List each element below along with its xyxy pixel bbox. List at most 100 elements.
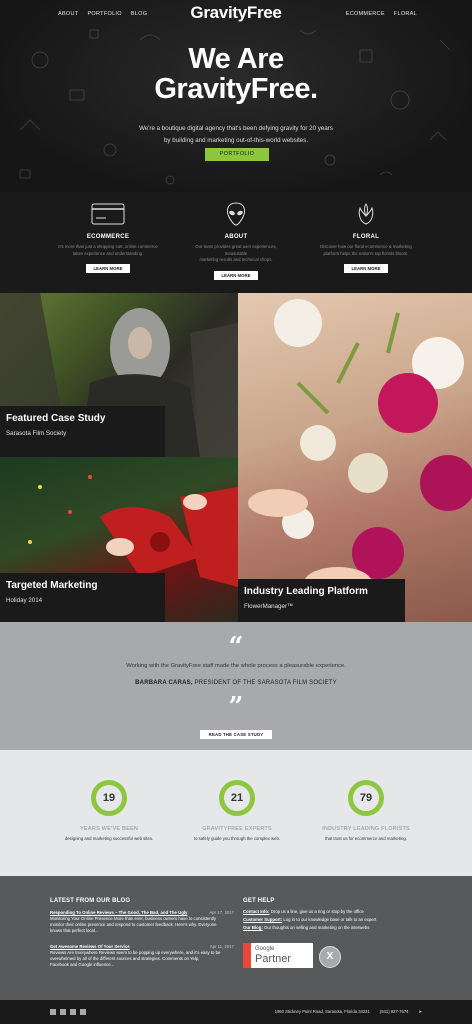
footer-address: 1960 Stickney Point Road, Sarasota, Flor… — [274, 1009, 370, 1014]
blog-post-date: Apr 17, 2017 — [209, 910, 234, 915]
blog-post: Get Awesome Reviews Of Your Service Apr … — [50, 944, 234, 968]
help-text: Log in to our knowledge base or talk to … — [282, 917, 377, 922]
hero-title: We Are GravityFree. — [0, 44, 472, 104]
help-link-blog[interactable]: Our Blog: — [243, 925, 263, 930]
author-name: BARBARA CARAS, — [135, 680, 193, 686]
testimonial-text: Working with the GravityFree staff made … — [126, 663, 346, 669]
twitter-icon[interactable] — [60, 1009, 66, 1015]
service-description: Our team provides great user experiences… — [186, 244, 286, 264]
open-quote-icon: “ — [228, 632, 244, 662]
partner-google-label: Google — [255, 946, 275, 952]
help-item-support: Customer Support: Log in to our knowledg… — [243, 916, 433, 924]
blog-post: Responding To Online Reviews – The Good,… — [50, 910, 234, 934]
service-desc-line: marketing results and technical chops. — [199, 257, 273, 262]
help-link-contact[interactable]: Contact Info: — [243, 909, 270, 914]
service-desc-line: Discover how our floral ecommerce & mark… — [320, 244, 412, 249]
tile-subtitle: Sarasota Film Society — [6, 430, 67, 437]
stats-section: 19 YEARS WE'VE BEEN designing and market… — [0, 750, 472, 876]
services-section: ECOMMERCE It's more than just a shopping… — [0, 192, 472, 293]
main-nav-right: ECOMMERCE FLORAL — [346, 11, 417, 17]
help-text: Our thoughts on selling and marketing on… — [262, 925, 370, 930]
case-study-grid: Featured Case Study Sarasota Film Societ… — [0, 293, 472, 622]
help-heading: GET HELP — [243, 898, 275, 904]
stat-value: 19 — [91, 780, 127, 816]
help-text: Drop us a line, give us a ring or stop b… — [269, 909, 364, 914]
stat-florists: 79 INDUSTRY LEADING FLORISTS that trust … — [301, 780, 431, 841]
learn-more-button[interactable]: LEARN MORE — [343, 264, 389, 273]
read-case-study-button[interactable]: READ THE CASE STUDY — [199, 730, 273, 739]
help-item-contact: Contact Info: Drop us a line, give us a … — [243, 908, 433, 916]
footer-phone[interactable]: (941) 927-7674 — [380, 1009, 409, 1014]
flower-icon — [358, 203, 374, 225]
linkedin-icon[interactable] — [70, 1009, 76, 1015]
service-description: Discover how our floral ecommerce & mark… — [316, 244, 416, 257]
hero-subtitle: We're a boutique digital agency that's b… — [0, 123, 472, 147]
case-study-button-wrap: READ THE CASE STUDY — [0, 723, 472, 741]
blog-post-excerpt-line: Facebook and Google influence... — [50, 962, 115, 967]
credit-card-icon — [91, 203, 125, 225]
service-desc-line: Our team provides great user experiences… — [195, 244, 277, 256]
stat-desc: that trust us for ecommerce and marketin… — [325, 836, 407, 841]
help-link-support[interactable]: Customer Support: — [243, 917, 282, 922]
hero-subtitle-line2: by building and marketing out-of-this-wo… — [163, 137, 309, 144]
tile-subtitle: FlowerManager™ — [244, 603, 294, 610]
hero-section: ABOUT PORTFOLIO BLOG GravityFree ECOMMER… — [0, 0, 472, 192]
tile-caption: Industry Leading Platform FlowerManager™ — [238, 579, 405, 622]
service-desc-line: takes experience and understanding. — [72, 250, 144, 256]
service-title: ABOUT — [224, 234, 248, 240]
certification-badge-icon[interactable]: X — [319, 946, 341, 968]
service-ecommerce: ECOMMERCE It's more than just a shopping… — [58, 202, 158, 275]
tile-title: Featured Case Study — [6, 413, 106, 424]
tile-title: Targeted Marketing — [6, 580, 98, 591]
stat-desc: designing and marketing successful web s… — [64, 836, 154, 841]
case-study-tile-holiday[interactable]: Targeted Marketing Holiday 2014 — [0, 457, 238, 622]
testimonial-section: “ Working with the GravityFree staff mad… — [0, 622, 472, 750]
portfolio-button[interactable]: PORTFOLIO — [205, 148, 269, 161]
service-desc-line: It's more than just a shopping cart, onl… — [58, 244, 158, 249]
close-quote-icon: ” — [228, 692, 244, 722]
case-study-tile-floral[interactable]: Industry Leading Platform FlowerManager™ — [238, 293, 472, 622]
blog-heading: LATEST FROM OUR BLOG — [50, 898, 131, 904]
blog-help-section: LATEST FROM OUR BLOG Responding To Onlin… — [0, 876, 472, 1000]
social-links — [50, 1009, 86, 1015]
flowers-photo — [248, 299, 472, 599]
testimonial-author: BARBARA CARAS, PRESIDENT OF THE SARASOTA… — [0, 680, 472, 686]
stat-experts: 21 GRAVITYFREE EXPERTS to safely guide y… — [172, 780, 302, 841]
nav-ecommerce[interactable]: ECOMMERCE — [346, 11, 385, 17]
service-desc-line: platform helps the nation's top florists… — [323, 250, 409, 256]
googleplus-icon[interactable] — [80, 1009, 86, 1015]
hero-title-line2: GravityFree. — [154, 73, 318, 105]
service-about: ABOUT Our team provides great user exper… — [186, 202, 286, 282]
case-study-tile-film[interactable]: Featured Case Study Sarasota Film Societ… — [0, 293, 238, 457]
nav-floral[interactable]: FLORAL — [394, 11, 417, 17]
service-title: FLORAL — [352, 234, 380, 240]
author-role: PRESIDENT OF THE SARASOTA FILM SOCIETY — [194, 680, 337, 686]
alien-icon — [227, 202, 245, 226]
learn-more-button[interactable]: LEARN MORE — [85, 264, 131, 273]
stat-years: 19 YEARS WE'VE BEEN designing and market… — [44, 780, 174, 841]
learn-more-button[interactable]: LEARN MORE — [213, 270, 259, 280]
service-floral: FLORAL Discover how our floral ecommerce… — [316, 202, 416, 275]
facebook-icon[interactable] — [50, 1009, 56, 1015]
tile-caption: Featured Case Study Sarasota Film Societ… — [0, 406, 165, 457]
send-icon[interactable]: ➤ — [418, 1009, 422, 1014]
stat-title: GRAVITYFREE EXPERTS — [202, 826, 272, 832]
stat-value: 21 — [219, 780, 255, 816]
partner-label: Partner — [255, 953, 292, 965]
tile-caption: Targeted Marketing Holiday 2014 — [0, 573, 165, 622]
stat-title: YEARS WE'VE BEEN — [80, 826, 138, 832]
tile-subtitle: Holiday 2014 — [6, 597, 43, 604]
footer: 1960 Stickney Point Road, Sarasota, Flor… — [0, 1000, 472, 1024]
hero-subtitle-line1: We're a boutique digital agency that's b… — [139, 125, 333, 132]
partner-ribbon — [243, 943, 251, 968]
footer-contact: 1960 Stickney Point Road, Sarasota, Flor… — [275, 1009, 422, 1014]
help-item-blog: Our Blog: Our thoughts on selling and ma… — [243, 924, 433, 932]
google-partner-badge[interactable]: Google Partner — [243, 943, 313, 968]
hero-title-line1: We Are — [188, 43, 284, 75]
blog-post-date: Apr 11, 2017 — [209, 944, 234, 949]
service-description: It's more than just a shopping cart, onl… — [58, 244, 158, 257]
help-list: Contact Info: Drop us a line, give us a … — [243, 908, 433, 932]
stat-value: 79 — [348, 780, 384, 816]
service-title: ECOMMERCE — [86, 234, 130, 240]
blog-post-excerpt-line: knows that perfect local... — [50, 928, 99, 933]
